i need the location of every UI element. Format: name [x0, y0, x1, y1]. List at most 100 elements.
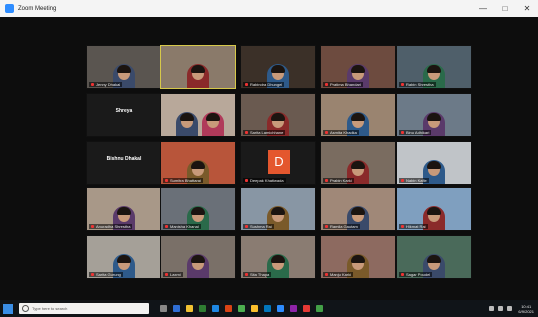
participant-name: Sagar Poudel — [406, 272, 431, 277]
muted-mic-icon — [401, 179, 404, 183]
participant-name: Laxmi — [170, 272, 181, 277]
taskbar-clock[interactable]: 10:41 6/9/2021 — [518, 304, 534, 314]
battery-icon[interactable] — [507, 306, 513, 311]
participant-tile[interactable]: D Deepak Khatiwada — [240, 141, 316, 185]
participant-tile[interactable]: Sita Thapa — [240, 235, 316, 279]
powerpoint-icon[interactable] — [225, 305, 232, 312]
zoom-taskbar-icon[interactable] — [277, 305, 284, 312]
outlook-icon[interactable] — [264, 305, 271, 312]
participant-tile[interactable]: Anuradha Shrestha — [86, 187, 162, 231]
person-hair — [205, 113, 220, 121]
participant-tile[interactable]: Binu Adhikari — [396, 93, 472, 137]
network-icon[interactable] — [489, 306, 495, 311]
volume-icon[interactable] — [498, 306, 504, 311]
participant-name-label: Nabin Kafle — [399, 178, 429, 183]
person-hair — [427, 161, 441, 169]
participant-tile[interactable]: Sumitra Bhattarai — [160, 141, 236, 185]
participant-tile[interactable]: Sushma Rai — [240, 187, 316, 231]
person-hair — [271, 255, 285, 263]
participant-tile[interactable]: Prabin Karki — [320, 141, 396, 185]
participant-tile[interactable]: Ramila Gautam — [320, 187, 396, 231]
muted-mic-icon — [325, 83, 328, 87]
close-button[interactable]: ✕ — [516, 0, 538, 17]
participant-name-label: Sagar Poudel — [399, 272, 433, 277]
person-hair — [351, 207, 365, 215]
maximize-button[interactable]: □ — [494, 0, 516, 17]
excel-icon[interactable] — [199, 305, 206, 312]
participant-tile[interactable]: Asmita Khadka — [320, 93, 396, 137]
participant-name: Manisha Khanal — [170, 224, 199, 229]
participant-name-label: Rabin Shrestha — [399, 82, 436, 87]
app-icon-green[interactable] — [316, 305, 323, 312]
participant-tile[interactable]: Jenny Dhakal — [86, 45, 162, 89]
person-hair — [191, 255, 205, 263]
participant-name: Jenny Dhakal — [96, 82, 121, 87]
participant-name-label: Sarita Gurung — [89, 272, 123, 277]
muted-mic-icon — [91, 273, 94, 277]
taskbar-apps — [157, 305, 326, 312]
participant-name: Sarita Lamichhane — [250, 130, 284, 135]
muted-mic-icon — [245, 225, 248, 229]
person-hair — [117, 255, 131, 263]
chrome-icon[interactable] — [238, 305, 245, 312]
person-hair — [117, 207, 131, 215]
muted-mic-icon — [325, 179, 328, 183]
muted-mic-icon — [165, 225, 168, 229]
participant-tile[interactable] — [160, 45, 236, 89]
participant-tile[interactable]: Manisha Khanal — [160, 187, 236, 231]
person-hair — [427, 207, 441, 215]
participant-name-label: Sita Thapa — [243, 272, 272, 277]
muted-mic-icon — [91, 225, 94, 229]
person-hair — [117, 65, 131, 73]
video-background — [87, 142, 161, 184]
word-icon[interactable] — [212, 305, 219, 312]
participant-name-display: Shreya — [115, 108, 133, 114]
muted-mic-icon — [245, 273, 248, 277]
system-tray: 10:41 6/9/2021 — [487, 304, 534, 314]
person-hair — [427, 255, 441, 263]
person-hair — [271, 113, 285, 121]
participant-name-display: Bishnu Dhakal — [106, 156, 142, 162]
participant-name: Asmita Khadka — [330, 130, 357, 135]
participant-tile[interactable]: Sarita Lamichhane — [240, 93, 316, 137]
participant-tile[interactable]: Rabindra Dhungel — [240, 45, 316, 89]
minimize-button[interactable]: — — [472, 0, 494, 17]
participant-name-label: Deepak Khatiwada — [243, 178, 286, 183]
participant-tile[interactable] — [160, 93, 236, 137]
participant-name-label: Rabindra Dhungel — [243, 82, 285, 87]
file-explorer-icon[interactable] — [186, 305, 193, 312]
participant-tile[interactable]: Sagar Poudel — [396, 235, 472, 279]
participant-video-person — [175, 112, 198, 136]
participant-tile[interactable]: Manju Karki — [320, 235, 396, 279]
participant-tile[interactable]: Hikmat Rai — [396, 187, 472, 231]
participant-name-label: Ramila Gautam — [323, 224, 360, 229]
participant-tile[interactable]: Pratima Bhandari — [320, 45, 396, 89]
participant-tile[interactable]: Nabin Kafle — [396, 141, 472, 185]
person-hair — [179, 113, 194, 121]
edge-icon[interactable] — [173, 305, 180, 312]
participant-grid: Jenny Dhakal Rabindra Dhungel Pratima Bhan… — [0, 17, 538, 300]
participant-name-label: Hikmat Rai — [399, 224, 428, 229]
participant-tile[interactable]: Sarita Gurung — [86, 235, 162, 279]
participant-tile[interactable]: Rabin Shrestha — [396, 45, 472, 89]
participant-name-label: Manju Karki — [323, 272, 354, 277]
start-button[interactable] — [3, 303, 13, 314]
participant-tile[interactable]: Bishnu Dhakal — [86, 141, 162, 185]
participant-tile[interactable]: Laxmi — [160, 235, 236, 279]
muted-mic-icon — [165, 273, 168, 277]
muted-mic-icon — [401, 273, 404, 277]
participant-name: Sarita Gurung — [96, 272, 121, 277]
video-background — [161, 94, 235, 136]
taskbar-search-box[interactable]: Type here to search — [19, 303, 149, 314]
app-icon-red[interactable] — [303, 305, 310, 312]
participant-name-label: Laxmi — [163, 272, 183, 277]
participant-video-person — [187, 64, 209, 88]
participant-name-label: Sushma Rai — [243, 224, 274, 229]
participant-tile[interactable]: Shreya — [86, 93, 162, 137]
task-view-icon[interactable] — [160, 305, 167, 312]
onenote-icon[interactable] — [290, 305, 297, 312]
muted-mic-icon — [401, 131, 404, 135]
sticky-notes-icon[interactable] — [251, 305, 258, 312]
person-hair — [351, 161, 365, 169]
participant-name-label: Manisha Khanal — [163, 224, 201, 229]
